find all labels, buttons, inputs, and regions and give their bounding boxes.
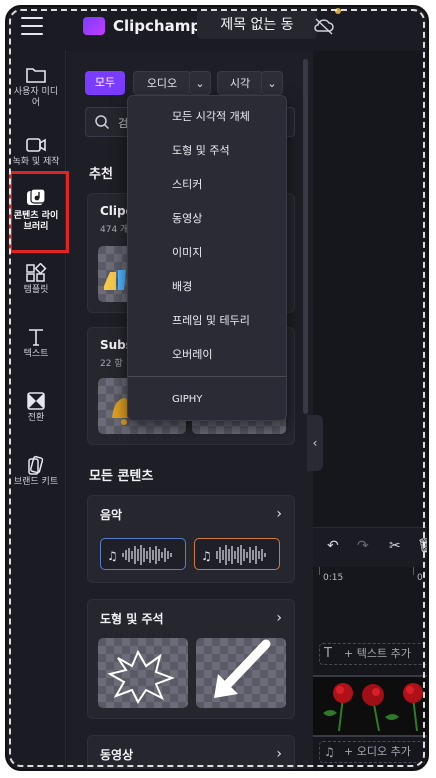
music-waveform-icon: ♫	[107, 545, 172, 565]
dropdown-item-backgrounds[interactable]: 배경	[128, 272, 286, 302]
dropdown-item-overlays[interactable]: 오버레이	[128, 340, 286, 370]
undo-icon[interactable]: ↶	[327, 538, 339, 554]
music-card[interactable]: 음악 › ♫ ♫	[87, 495, 295, 583]
card-subtitle: 22 항	[100, 359, 123, 369]
rose-video-clip	[313, 677, 427, 732]
text-track[interactable]: T + 텍스트 추가	[319, 643, 427, 665]
nav-label: 브랜드 키트	[13, 477, 59, 487]
ruler-tick	[413, 567, 414, 575]
search-icon	[95, 115, 110, 130]
chevron-right-icon[interactable]: ›	[276, 506, 282, 522]
nav-transitions[interactable]: 전환	[7, 391, 65, 424]
svg-text:♫: ♫	[201, 549, 212, 563]
folder-icon	[26, 68, 46, 83]
clipchamp-logo-icon	[83, 17, 105, 35]
transitions-icon	[27, 392, 45, 410]
nav-brand-kit[interactable]: 브랜드 키트	[7, 455, 65, 488]
music-thumbnail[interactable]: ♫	[194, 538, 280, 570]
text-track-icon: T	[324, 646, 332, 661]
nav-text[interactable]: 텍스트	[7, 327, 65, 360]
app-name: Clipchamp	[113, 17, 202, 35]
nav-label: 전환	[27, 413, 45, 423]
nav-record-create[interactable]: 녹화 및 제작	[7, 135, 65, 168]
chevron-right-icon[interactable]: ›	[276, 746, 282, 762]
left-navigation: 사용자 미디 어 녹화 및 제작 콘텐츠 라이 브러리 템플릿 텍스트 전환 브…	[7, 51, 66, 769]
filter-all-button[interactable]: 모두	[85, 71, 125, 95]
dropdown-divider	[128, 376, 286, 377]
nav-templates[interactable]: 템플릿	[7, 263, 65, 296]
shape-thumbnail[interactable]	[196, 638, 286, 708]
panel-scrollbar[interactable]	[303, 59, 308, 414]
chevron-right-icon[interactable]: ›	[276, 610, 282, 626]
ruler-label: 0	[417, 573, 423, 583]
filter-visual-button[interactable]: 시각	[217, 71, 263, 95]
redo-icon[interactable]: ↷	[357, 538, 369, 554]
timeline-ruler[interactable]: 0:15 0	[313, 567, 427, 589]
content-library-highlight	[9, 171, 69, 253]
text-icon	[29, 329, 43, 346]
notification-dot	[335, 8, 341, 14]
scissors-icon[interactable]: ✂	[389, 538, 401, 554]
visual-chevron-down-icon[interactable]: ⌄	[261, 71, 283, 95]
document-title[interactable]: 제목 없는 동	[197, 11, 317, 39]
ruler-tick	[319, 567, 320, 575]
timeline-toolbar: ↶ ↷ ✂ 🗑	[313, 527, 427, 568]
brand-kit-icon	[28, 455, 44, 475]
dropdown-item-frames[interactable]: 프레임 및 테두리	[128, 306, 286, 336]
hamburger-menu-icon[interactable]	[21, 17, 43, 35]
shape-thumbnail[interactable]	[98, 638, 188, 708]
recommended-title: 추천	[89, 167, 113, 182]
dropdown-item-all-visuals[interactable]: 모든 시각적 개체	[128, 102, 286, 132]
nav-label: 사용자 미디 어	[13, 87, 59, 108]
ruler-label: 0:15	[323, 573, 344, 583]
audio-chevron-down-icon[interactable]: ⌄	[189, 71, 211, 95]
add-text-label: + 텍스트 추가	[344, 647, 411, 660]
visual-filter-dropdown: 모든 시각적 개체 도형 및 주석 스티커 동영상 이미지 배경 프레임 및 테…	[127, 95, 287, 421]
dropdown-item-stickers[interactable]: 스티커	[128, 170, 286, 200]
shapes-card[interactable]: 도형 및 주석 ›	[87, 599, 295, 719]
burst-shape-icon	[107, 649, 175, 704]
nav-label: 녹화 및 제작	[12, 157, 60, 167]
camera-icon	[26, 138, 46, 152]
templates-icon	[26, 263, 47, 282]
nav-label: 템플릿	[23, 285, 49, 295]
dropdown-item-images[interactable]: 이미지	[128, 238, 286, 268]
collapse-panel-icon[interactable]: ‹	[307, 415, 323, 471]
video-track[interactable]	[313, 675, 427, 737]
card-subtitle: 474 개	[100, 225, 129, 235]
add-audio-label: + 오디오 추가	[344, 745, 411, 758]
top-bar: Clipchamp 제목 없는 동	[7, 7, 427, 52]
audio-track[interactable]: ♫ + 오디오 추가	[319, 741, 427, 763]
card-title: 동영상	[100, 748, 134, 762]
card-title: 음악	[100, 508, 123, 522]
all-content-title: 모든 콘텐츠	[89, 469, 154, 484]
audio-track-icon: ♫	[324, 745, 335, 759]
app-window: Clipchamp 제목 없는 동 사용자 미디 어 녹화 및 제작 콘텐츠 라…	[5, 5, 429, 771]
arrow-shape-icon	[214, 639, 271, 698]
dropdown-item-giphy[interactable]: GIPHY	[128, 385, 286, 415]
delete-icon[interactable]: 🗑	[417, 538, 427, 554]
music-thumbnail[interactable]: ♫	[100, 538, 186, 570]
dropdown-item-shapes[interactable]: 도형 및 주석	[128, 136, 286, 166]
card-title: 도형 및 주석	[100, 612, 164, 626]
nav-label: 텍스트	[23, 349, 49, 359]
filter-audio-button[interactable]: 오디오	[133, 71, 191, 95]
cloud-offline-icon[interactable]	[313, 17, 335, 39]
svg-text:♫: ♫	[107, 549, 118, 563]
nav-your-media[interactable]: 사용자 미디 어	[7, 65, 65, 109]
dropdown-item-videos[interactable]: 동영상	[128, 204, 286, 234]
music-waveform-icon: ♫	[201, 545, 266, 565]
videos-card[interactable]: 동영상 ›	[87, 735, 295, 769]
